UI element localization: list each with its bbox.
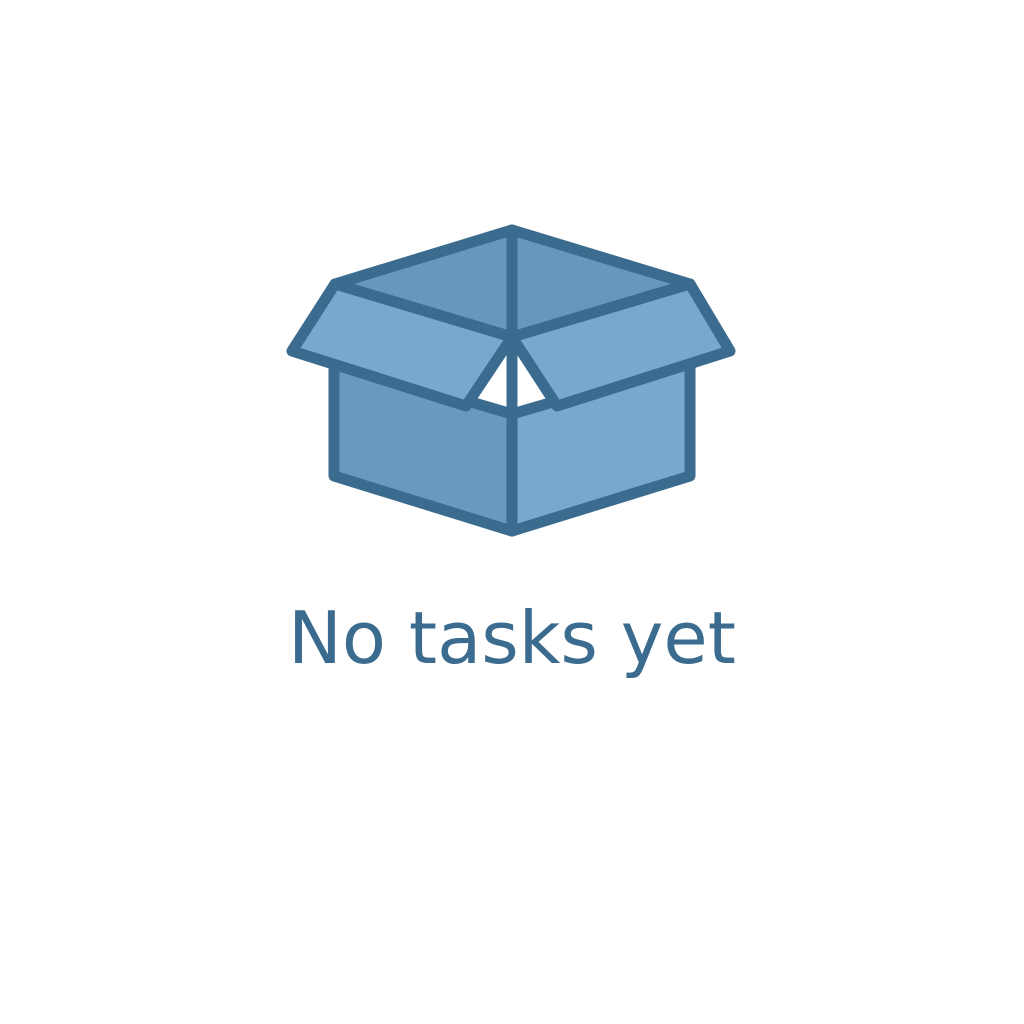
empty-state: No tasks yet bbox=[0, 0, 1024, 1024]
open-box-icon bbox=[286, 224, 736, 537]
empty-state-message: No tasks yet bbox=[288, 596, 736, 680]
